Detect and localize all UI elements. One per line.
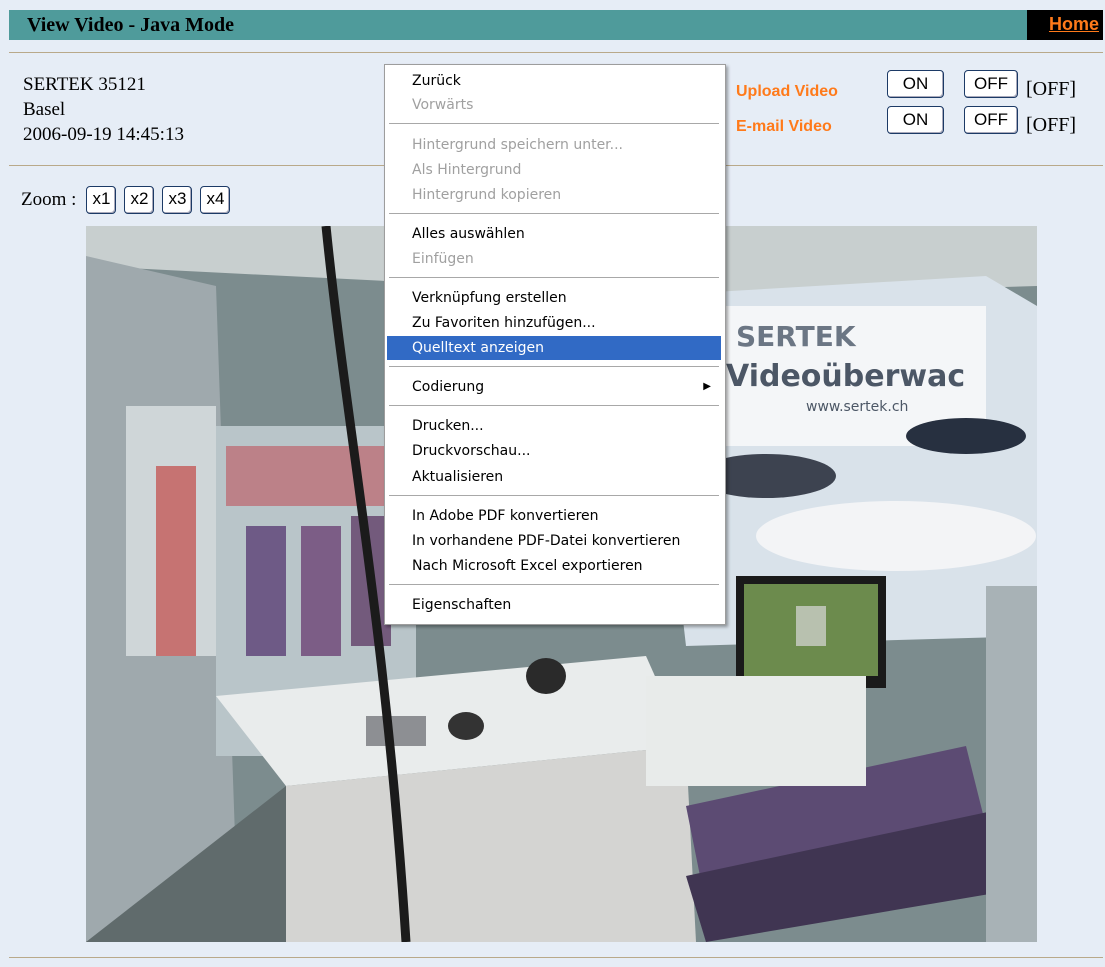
- home-link[interactable]: Home: [1027, 10, 1103, 40]
- zoom-x3-button[interactable]: x3: [162, 186, 193, 214]
- upload-state: [OFF]: [1026, 78, 1077, 100]
- camera-info: SERTEK 35121 Basel 2006-09-19 14:45:13: [23, 72, 184, 147]
- sign-text-sertek: SERTEK: [736, 320, 857, 353]
- zoom-x1-button[interactable]: x1: [86, 186, 117, 214]
- menu-item-adobe-pdf[interactable]: In Adobe PDF konvertieren: [387, 504, 721, 528]
- zoom-x2-button[interactable]: x2: [124, 186, 155, 214]
- submenu-arrow-icon: ▶: [703, 381, 711, 392]
- menu-item-zu-favoriten[interactable]: Zu Favoriten hinzufügen...: [387, 311, 721, 335]
- menu-item-druckvorschau[interactable]: Druckvorschau...: [387, 439, 721, 463]
- menu-separator: [389, 277, 719, 278]
- email-state: [OFF]: [1026, 114, 1077, 136]
- menu-separator: [389, 366, 719, 367]
- context-menu: Zurück Vorwärts Hintergrund speichern un…: [384, 64, 726, 625]
- camera-name: SERTEK 35121: [23, 74, 146, 95]
- camera-location: Basel: [23, 99, 66, 120]
- menu-item-hintergrund-kopieren: Hintergrund kopieren: [412, 187, 562, 203]
- zoom-x4-button[interactable]: x4: [200, 186, 231, 214]
- divider: [9, 52, 1103, 53]
- menu-item-aktualisieren[interactable]: Aktualisieren: [387, 465, 721, 489]
- upload-off-button[interactable]: OFF: [964, 70, 1018, 98]
- sign-text-url: www.sertek.ch: [806, 399, 908, 415]
- menu-separator: [389, 405, 719, 406]
- menu-item-quelltext-anzeigen[interactable]: Quelltext anzeigen: [387, 336, 721, 360]
- menu-item-zurueck[interactable]: Zurück: [387, 69, 721, 93]
- page-title: View Video - Java Mode: [27, 14, 235, 36]
- menu-item-hintergrund-speichern: Hintergrund speichern unter...: [412, 137, 623, 153]
- menu-item-codierung[interactable]: Codierung ▶: [387, 375, 721, 399]
- menu-separator: [389, 584, 719, 585]
- email-on-button[interactable]: ON: [887, 106, 944, 134]
- email-video-label: E-mail Video: [736, 118, 832, 135]
- menu-item-einfuegen: Einfügen: [412, 251, 474, 267]
- zoom-label: Zoom :: [21, 189, 77, 210]
- menu-separator: [389, 123, 719, 124]
- menu-separator: [389, 213, 719, 214]
- email-off-button[interactable]: OFF: [964, 106, 1018, 134]
- title-bar: View Video - Java Mode Home: [9, 10, 1103, 40]
- zoom-controls: Zoom : x1 x2 x3 x4: [21, 186, 231, 214]
- menu-item-verknuepfung-erstellen[interactable]: Verknüpfung erstellen: [387, 286, 721, 310]
- menu-item-als-hintergrund: Als Hintergrund: [412, 162, 522, 178]
- menu-separator: [389, 495, 719, 496]
- sign-text-videouberwachung: Videoüberwac: [726, 359, 965, 394]
- divider: [9, 957, 1103, 958]
- menu-item-drucken[interactable]: Drucken...: [387, 414, 721, 438]
- camera-timestamp: 2006-09-19 14:45:13: [23, 124, 184, 145]
- menu-item-vorhandene-pdf[interactable]: In vorhandene PDF-Datei konvertieren: [387, 529, 721, 553]
- upload-video-label: Upload Video: [736, 83, 838, 100]
- menu-item-alles-auswaehlen[interactable]: Alles auswählen: [387, 222, 721, 246]
- menu-item-eigenschaften[interactable]: Eigenschaften: [387, 593, 721, 617]
- menu-item-excel-export[interactable]: Nach Microsoft Excel exportieren: [387, 554, 721, 578]
- menu-item-vorwaerts: Vorwärts: [412, 97, 474, 113]
- upload-on-button[interactable]: ON: [887, 70, 944, 98]
- menu-item-codierung-label: Codierung: [412, 379, 485, 395]
